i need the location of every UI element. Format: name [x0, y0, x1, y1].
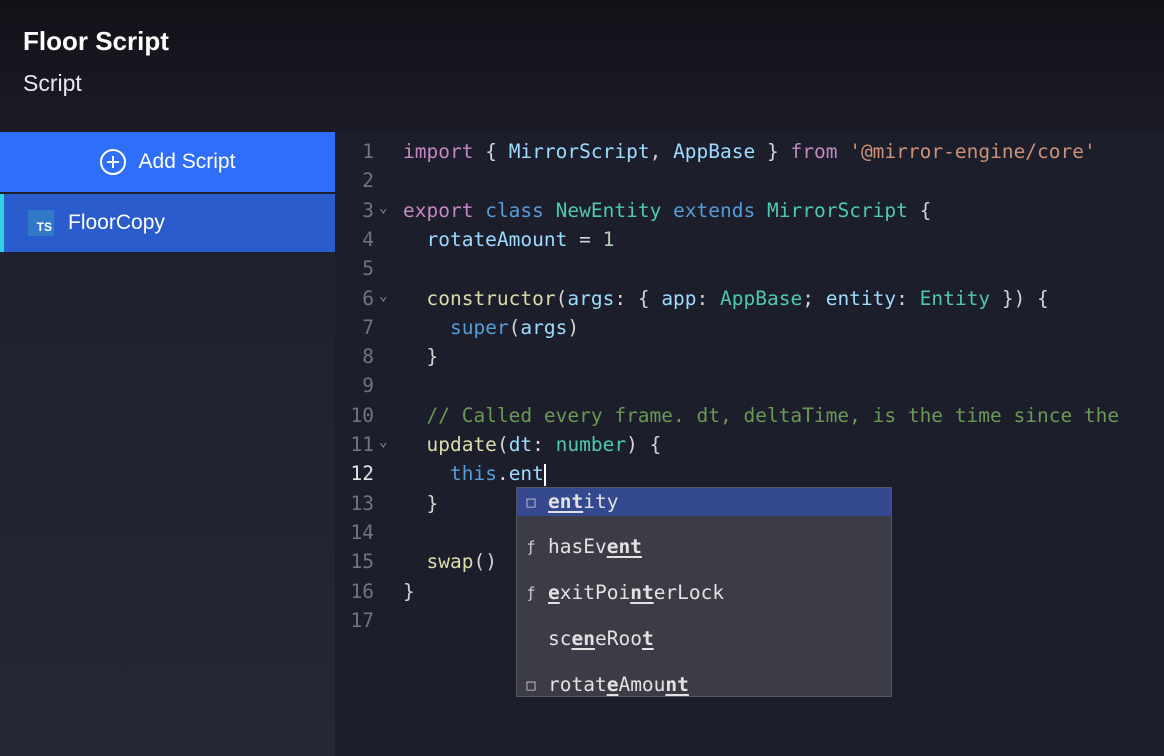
method-icon: ƒ: [526, 538, 536, 556]
code-line[interactable]: 7 super(args): [340, 313, 1164, 342]
add-script-button[interactable]: Add Script: [0, 132, 335, 192]
page-subtitle: Script: [23, 70, 82, 96]
line-number: 4: [362, 227, 374, 251]
suggestion-label: sceneRoot: [548, 627, 654, 650]
suggestion-item[interactable]: sceneRoot: [517, 625, 891, 671]
code-text: }: [403, 345, 439, 369]
line-number: 1: [362, 140, 374, 163]
fold-chevron-icon[interactable]: ⌄: [379, 428, 387, 457]
code-line[interactable]: 3 ⌄ export class NewEntity extends MirrorS…: [340, 196, 1164, 225]
line-number: 5: [362, 257, 374, 281]
suggestion-label: rotateAmount: [548, 673, 689, 696]
line-number: 11: [350, 433, 374, 456]
code-text: // Called every frame. dt, deltaTime, is…: [426, 403, 1120, 427]
suggestion-label: exitPointerLock: [548, 581, 725, 604]
code-line[interactable]: 5: [340, 254, 1164, 283]
line-number: 12: [350, 462, 374, 486]
suggestion-label: hasEvent: [548, 535, 642, 558]
code-line[interactable]: 12 this.ent: [340, 459, 1164, 488]
code-line[interactable]: 9: [340, 371, 1164, 400]
code-text: update(dt: number) {: [426, 433, 662, 456]
code-text: }: [403, 579, 415, 603]
code-line[interactable]: 2: [340, 166, 1164, 195]
typescript-file-icon: TS: [28, 210, 54, 236]
autocomplete-suggestions[interactable]: □ entity ƒ hasEvent ƒ exitPointerLock sceneRoo…: [516, 487, 892, 697]
method-icon: ƒ: [526, 584, 536, 602]
line-number: 17: [350, 608, 374, 632]
line-number: 6: [362, 286, 374, 310]
suggestion-item[interactable]: □ rotateAmount: [517, 671, 891, 696]
text-cursor: [543, 463, 546, 486]
field-icon: □: [526, 493, 536, 511]
code-text: constructor(args: { app: AppBase; entity…: [426, 286, 1049, 310]
fold-chevron-icon[interactable]: ⌄: [379, 194, 387, 223]
line-number: 13: [350, 491, 374, 515]
add-script-label: Add Script: [138, 150, 236, 173]
code-text: rotateAmount = 1: [426, 227, 615, 251]
line-number: 3: [362, 198, 374, 222]
script-item-label: FloorCopy: [68, 211, 165, 234]
code-line[interactable]: 1 import { MirrorScript, AppBase } from '…: [340, 137, 1164, 166]
page-title: Floor Script: [23, 26, 169, 56]
code-line[interactable]: 8 }: [340, 342, 1164, 371]
code-text: }: [403, 491, 439, 515]
fold-chevron-icon[interactable]: ⌄: [379, 282, 387, 311]
line-number: 8: [362, 345, 374, 369]
script-sidebar: Add Script TS FloorCopy: [0, 132, 335, 756]
page-header: Floor Script Script: [0, 0, 1164, 132]
line-number: 2: [362, 169, 374, 193]
code-line[interactable]: 10 // Called every frame. dt, deltaTime,…: [340, 401, 1164, 430]
suggestion-item[interactable]: □ entity: [517, 488, 891, 516]
line-number: 9: [362, 374, 374, 398]
code-text: export class NewEntity extends MirrorScr…: [403, 198, 932, 222]
line-number: 7: [362, 315, 374, 339]
plus-circle-icon: [99, 149, 126, 175]
code-line[interactable]: 6 ⌄ constructor(args: { app: AppBase; ent…: [340, 284, 1164, 313]
code-text: this.ent: [449, 462, 546, 486]
suggestion-label: entity: [548, 490, 619, 513]
line-number: 15: [350, 550, 374, 574]
field-icon: □: [526, 676, 536, 694]
script-item-floorcopy[interactable]: TS FloorCopy: [0, 194, 335, 252]
code-text: swap(): [426, 550, 497, 574]
suggestion-item[interactable]: ƒ exitPointerLock: [517, 579, 891, 625]
code-line[interactable]: 11 ⌄ update(dt: number) {: [340, 430, 1164, 459]
line-number: 14: [350, 520, 374, 544]
code-text: super(args): [449, 315, 580, 339]
line-number: 10: [350, 403, 374, 427]
code-text: import { MirrorScript, AppBase } from '@…: [403, 140, 1096, 163]
code-line[interactable]: 4 rotateAmount = 1: [340, 225, 1164, 254]
line-number: 16: [350, 579, 374, 603]
suggestion-item[interactable]: ƒ hasEvent: [517, 533, 891, 579]
